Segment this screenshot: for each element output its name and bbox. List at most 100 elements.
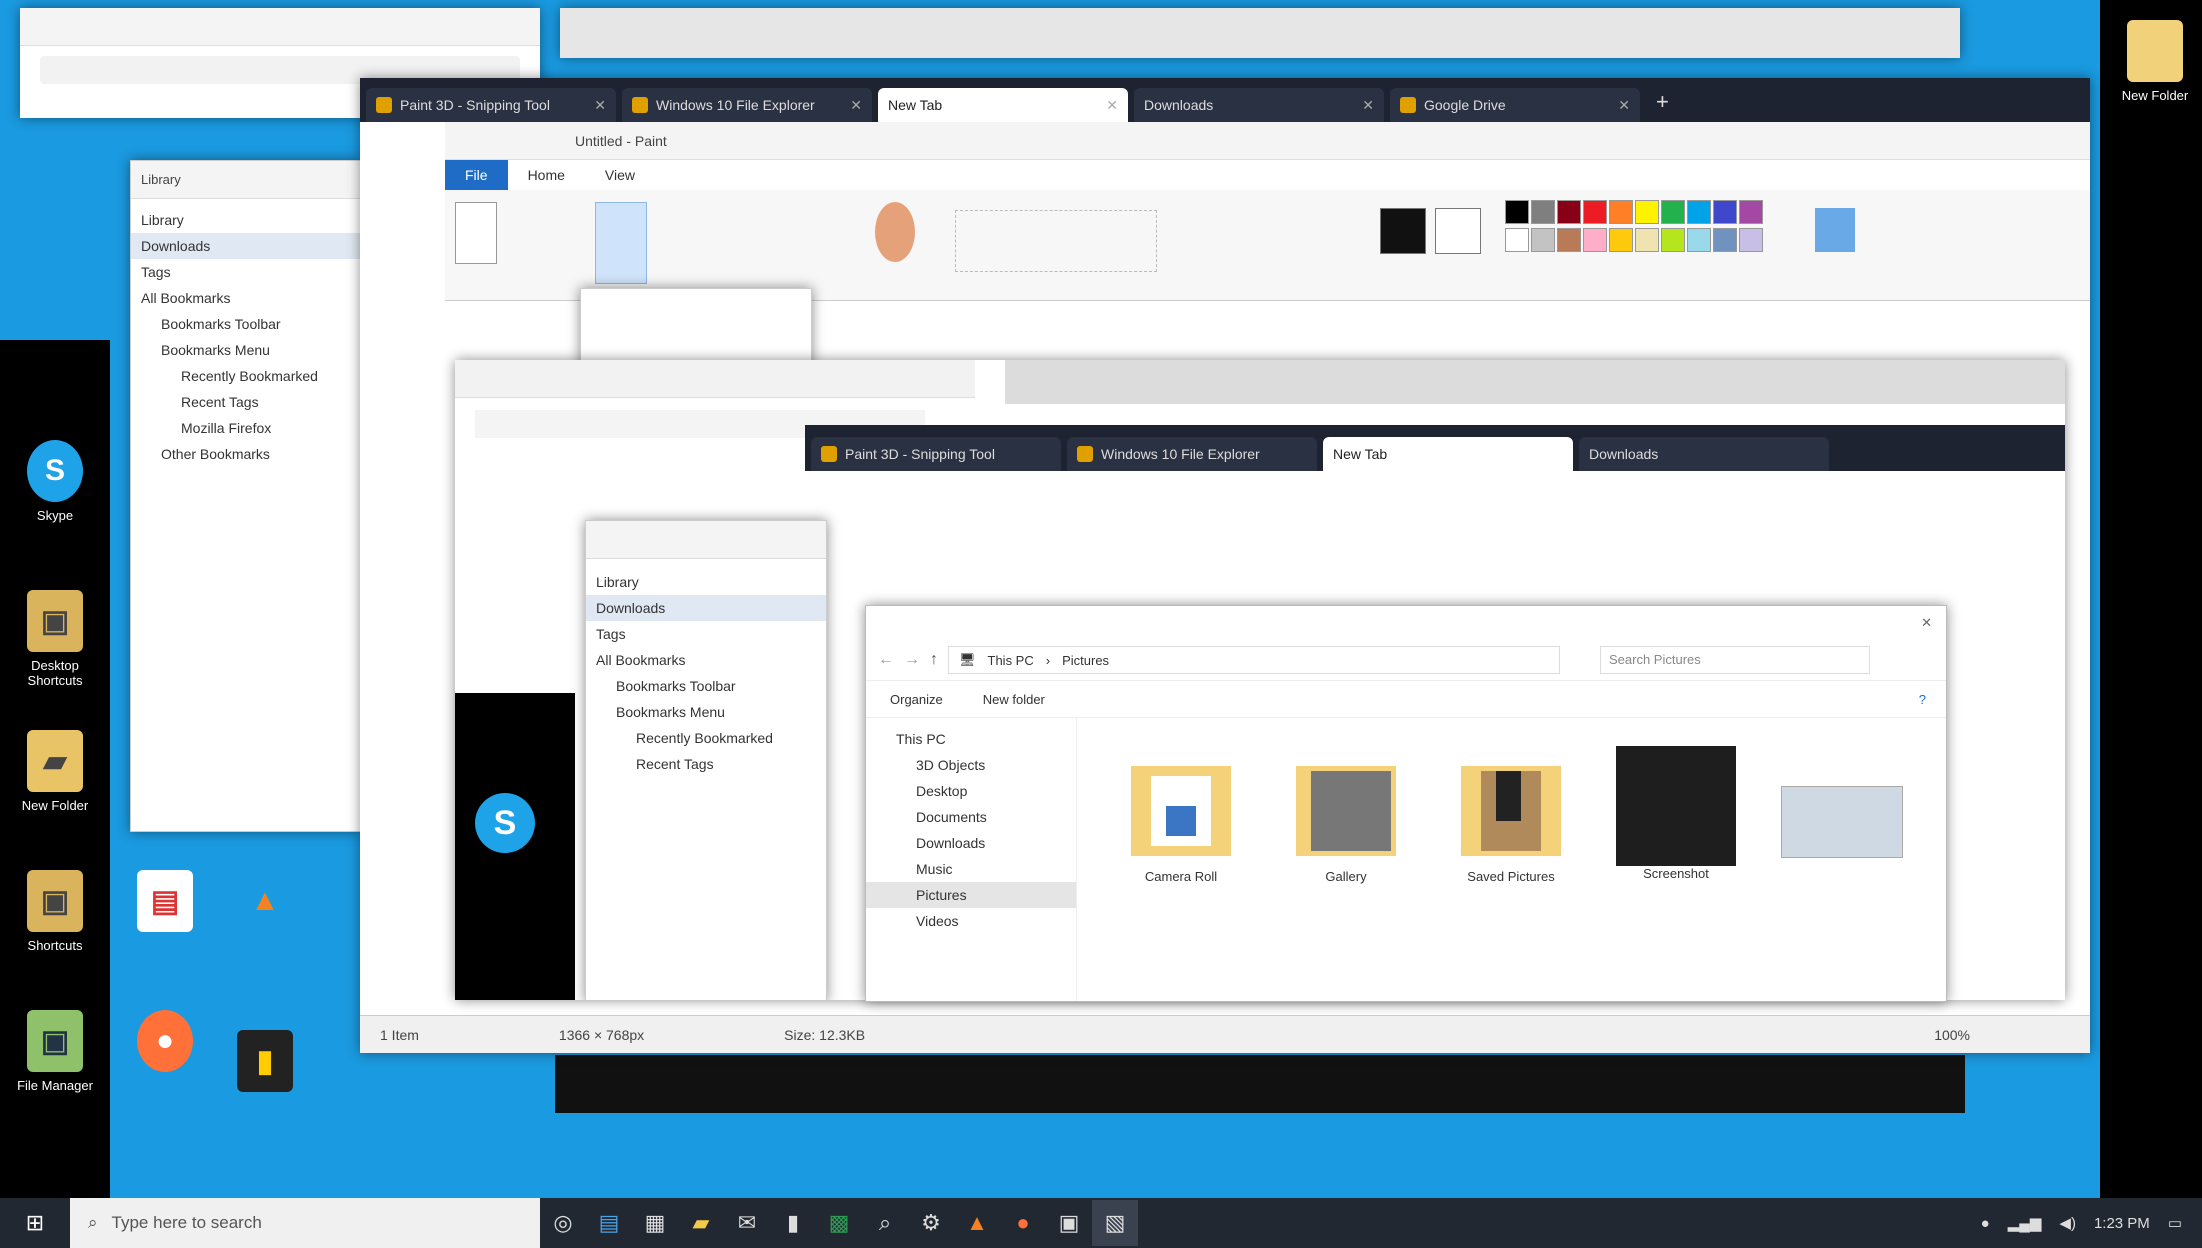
- nav-item[interactable]: Music: [866, 856, 1076, 882]
- palette-color-swatch[interactable]: [1505, 228, 1529, 252]
- close-icon[interactable]: ✕: [594, 97, 606, 114]
- palette-color-swatch[interactable]: [1661, 228, 1685, 252]
- palette-color-swatch[interactable]: [1635, 228, 1659, 252]
- back-arrow-icon[interactable]: ←: [878, 651, 894, 669]
- sidebar-item[interactable]: Downloads: [586, 595, 826, 621]
- sidebar-item[interactable]: Library: [131, 207, 361, 233]
- close-icon[interactable]: ✕: [1618, 97, 1630, 114]
- palette-color-swatch[interactable]: [1739, 200, 1763, 224]
- palette-color-swatch[interactable]: [1713, 200, 1737, 224]
- browser-tab[interactable]: Downloads: [1579, 437, 1829, 471]
- palette-color-swatch[interactable]: [1661, 200, 1685, 224]
- nav-item[interactable]: Desktop: [866, 778, 1076, 804]
- sidebar-item[interactable]: Recently Bookmarked: [586, 725, 826, 751]
- palette-color-swatch[interactable]: [1557, 228, 1581, 252]
- item-screenshot[interactable]: Screenshot: [1616, 746, 1736, 881]
- desktop-icon-shortcuts[interactable]: ▣ Desktop Shortcuts: [10, 590, 100, 688]
- palette-color-swatch[interactable]: [1609, 228, 1633, 252]
- color-2-swatch[interactable]: [1435, 208, 1481, 254]
- sidebar-item[interactable]: Recent Tags: [586, 751, 826, 777]
- browser-tab[interactable]: Downloads ✕: [1134, 88, 1384, 122]
- desktop-icon-file-manager[interactable]: ▣ File Manager: [10, 1010, 100, 1093]
- paint-taskbar-icon[interactable]: ▧: [1092, 1200, 1138, 1246]
- ribbon-tab-file[interactable]: File: [445, 160, 508, 190]
- desktop-icon-shortcuts-2[interactable]: ▣ Shortcuts: [10, 870, 100, 953]
- palette-color-swatch[interactable]: [1531, 200, 1555, 224]
- clock[interactable]: 1:23 PM: [2094, 1215, 2150, 1232]
- store-icon[interactable]: ▦: [632, 1200, 678, 1246]
- close-icon[interactable]: ✕: [1362, 97, 1374, 114]
- sidebar-item[interactable]: Mozilla Firefox: [131, 415, 361, 441]
- desktop-icon-vlc[interactable]: ▲: [220, 870, 310, 938]
- sidebar-item[interactable]: All Bookmarks: [586, 647, 826, 673]
- browser-tab[interactable]: Google Drive ✕: [1390, 88, 1640, 122]
- help-icon[interactable]: ?: [1919, 692, 1926, 707]
- network-icon[interactable]: ▂▄▆: [2008, 1214, 2042, 1232]
- browser-tab-active[interactable]: New Tab: [1323, 437, 1573, 471]
- select-button[interactable]: [595, 202, 647, 284]
- sidebar-item[interactable]: Library: [586, 569, 826, 595]
- sidebar-item[interactable]: Bookmarks Menu: [131, 337, 361, 363]
- app-icon[interactable]: ▮: [770, 1200, 816, 1246]
- volume-icon[interactable]: ◀): [2059, 1214, 2076, 1232]
- shapes-gallery[interactable]: [955, 210, 1157, 272]
- search-input[interactable]: Search Pictures: [1600, 646, 1870, 674]
- sidebar-item[interactable]: Other Bookmarks: [131, 441, 361, 467]
- breadcrumb-pictures[interactable]: Pictures: [1062, 653, 1109, 668]
- close-icon[interactable]: ✕: [1921, 615, 1932, 631]
- taskbar-search[interactable]: ⌕ Type here to search: [70, 1198, 540, 1248]
- close-icon[interactable]: ✕: [1106, 97, 1118, 114]
- brushes-button[interactable]: [875, 202, 915, 262]
- item-image[interactable]: [1781, 786, 1903, 858]
- user-avatar-icon[interactable]: ●: [1981, 1215, 1990, 1232]
- notifications-icon[interactable]: ▭: [2168, 1214, 2182, 1232]
- ribbon-tab-home[interactable]: Home: [508, 160, 585, 190]
- palette-color-swatch[interactable]: [1739, 228, 1763, 252]
- firefox-taskbar-icon[interactable]: ●: [1000, 1200, 1046, 1246]
- palette-color-swatch[interactable]: [1505, 200, 1529, 224]
- task-view-icon[interactable]: ◎: [540, 1200, 586, 1246]
- sidebar-item[interactable]: Downloads: [131, 233, 361, 259]
- nav-item[interactable]: Downloads: [866, 830, 1076, 856]
- browser-tab[interactable]: Paint 3D - Snipping Tool ✕: [366, 88, 616, 122]
- nav-item[interactable]: Videos: [866, 908, 1076, 934]
- paste-button[interactable]: [455, 202, 497, 264]
- palette-color-swatch[interactable]: [1687, 228, 1711, 252]
- nav-item-selected[interactable]: Pictures: [866, 882, 1076, 908]
- desktop-icon-new-folder[interactable]: ▰ New Folder: [10, 730, 100, 813]
- desktop-icon-top-right[interactable]: New Folder: [2110, 20, 2200, 103]
- forward-arrow-icon[interactable]: →: [904, 651, 920, 669]
- close-icon[interactable]: ✕: [850, 97, 862, 114]
- new-folder-button[interactable]: New folder: [983, 692, 1045, 707]
- color-1-swatch[interactable]: [1380, 208, 1426, 254]
- desktop-icon-skype[interactable]: S Skype: [10, 440, 100, 523]
- palette-color-swatch[interactable]: [1583, 200, 1607, 224]
- sidebar-item[interactable]: Bookmarks Toolbar: [131, 311, 361, 337]
- browser-tab[interactable]: Windows 10 File Explorer ✕: [622, 88, 872, 122]
- edit-colors-button[interactable]: [1815, 208, 1855, 252]
- desktop-icon-firefox[interactable]: ●: [120, 1010, 210, 1078]
- browser-tab[interactable]: Paint 3D - Snipping Tool: [811, 437, 1061, 471]
- desktop-icon-terminal[interactable]: ▮: [220, 1030, 310, 1098]
- breadcrumb-this-pc[interactable]: This PC: [988, 653, 1034, 668]
- file-explorer-icon[interactable]: ▰: [678, 1200, 724, 1246]
- sidebar-item[interactable]: Bookmarks Toolbar: [586, 673, 826, 699]
- palette-color-swatch[interactable]: [1713, 228, 1737, 252]
- folder-gallery[interactable]: Gallery: [1286, 746, 1406, 884]
- nav-item[interactable]: This PC: [866, 726, 1076, 752]
- sidebar-item[interactable]: Recently Bookmarked: [131, 363, 361, 389]
- nav-item[interactable]: Documents: [866, 804, 1076, 830]
- edge-icon[interactable]: ▤: [586, 1200, 632, 1246]
- folder-camera-roll[interactable]: Camera Roll: [1121, 746, 1241, 884]
- search-app-icon[interactable]: ⌕: [862, 1200, 908, 1246]
- nav-item[interactable]: 3D Objects: [866, 752, 1076, 778]
- sidebar-item[interactable]: Tags: [131, 259, 361, 285]
- excel-icon[interactable]: ▩: [816, 1200, 862, 1246]
- settings-icon[interactable]: ⚙: [908, 1200, 954, 1246]
- palette-color-swatch[interactable]: [1687, 200, 1711, 224]
- browser-tab[interactable]: Windows 10 File Explorer: [1067, 437, 1317, 471]
- app-taskbar-icon[interactable]: ▣: [1046, 1200, 1092, 1246]
- palette-color-swatch[interactable]: [1609, 200, 1633, 224]
- sidebar-item[interactable]: All Bookmarks: [131, 285, 361, 311]
- ribbon-tab-view[interactable]: View: [585, 160, 655, 190]
